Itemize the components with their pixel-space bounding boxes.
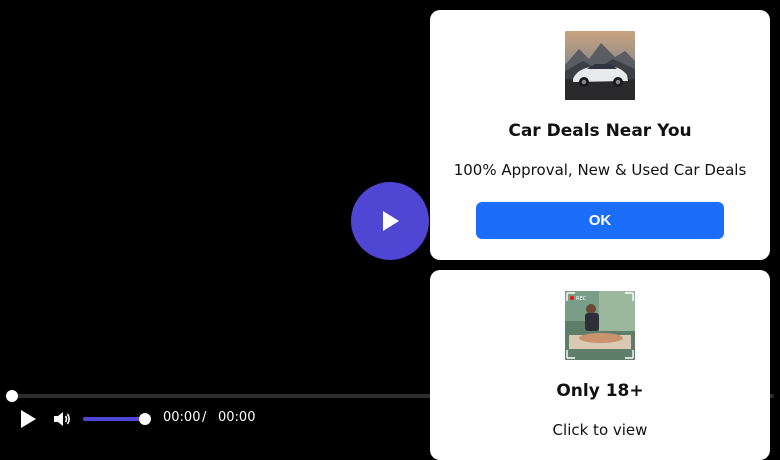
time-separator: / <box>202 410 207 425</box>
progress-handle[interactable] <box>6 390 18 402</box>
ad-description: 100% Approval, New & Used Car Deals <box>453 161 747 179</box>
volume-level <box>83 417 145 421</box>
volume-handle[interactable] <box>139 413 151 425</box>
play-button[interactable] <box>18 409 38 429</box>
ad-card-car-deals[interactable]: Car Deals Near You 100% Approval, New & … <box>430 10 770 260</box>
ok-button[interactable]: OK <box>476 202 724 239</box>
ad-card-adult[interactable]: REC Only 18+ Click to view <box>430 270 770 460</box>
rec-label: REC <box>576 296 587 302</box>
volume-slider[interactable] <box>83 413 151 425</box>
camera-rec-image[interactable]: REC <box>565 291 635 360</box>
play-icon <box>21 410 36 428</box>
duration: 00:00 <box>218 410 256 425</box>
volume-icon <box>54 412 70 426</box>
mute-button[interactable] <box>52 410 72 428</box>
control-bar: 00:00 / 00:00 <box>0 404 430 434</box>
car-image[interactable] <box>565 31 635 100</box>
big-play-button[interactable] <box>351 182 429 260</box>
current-time: 00:00 <box>163 410 201 425</box>
ad-title: Car Deals Near You <box>508 121 692 141</box>
click-to-view-link[interactable]: Click to view <box>430 421 770 439</box>
play-icon <box>383 211 399 231</box>
ad-title: Only 18+ <box>556 381 644 401</box>
